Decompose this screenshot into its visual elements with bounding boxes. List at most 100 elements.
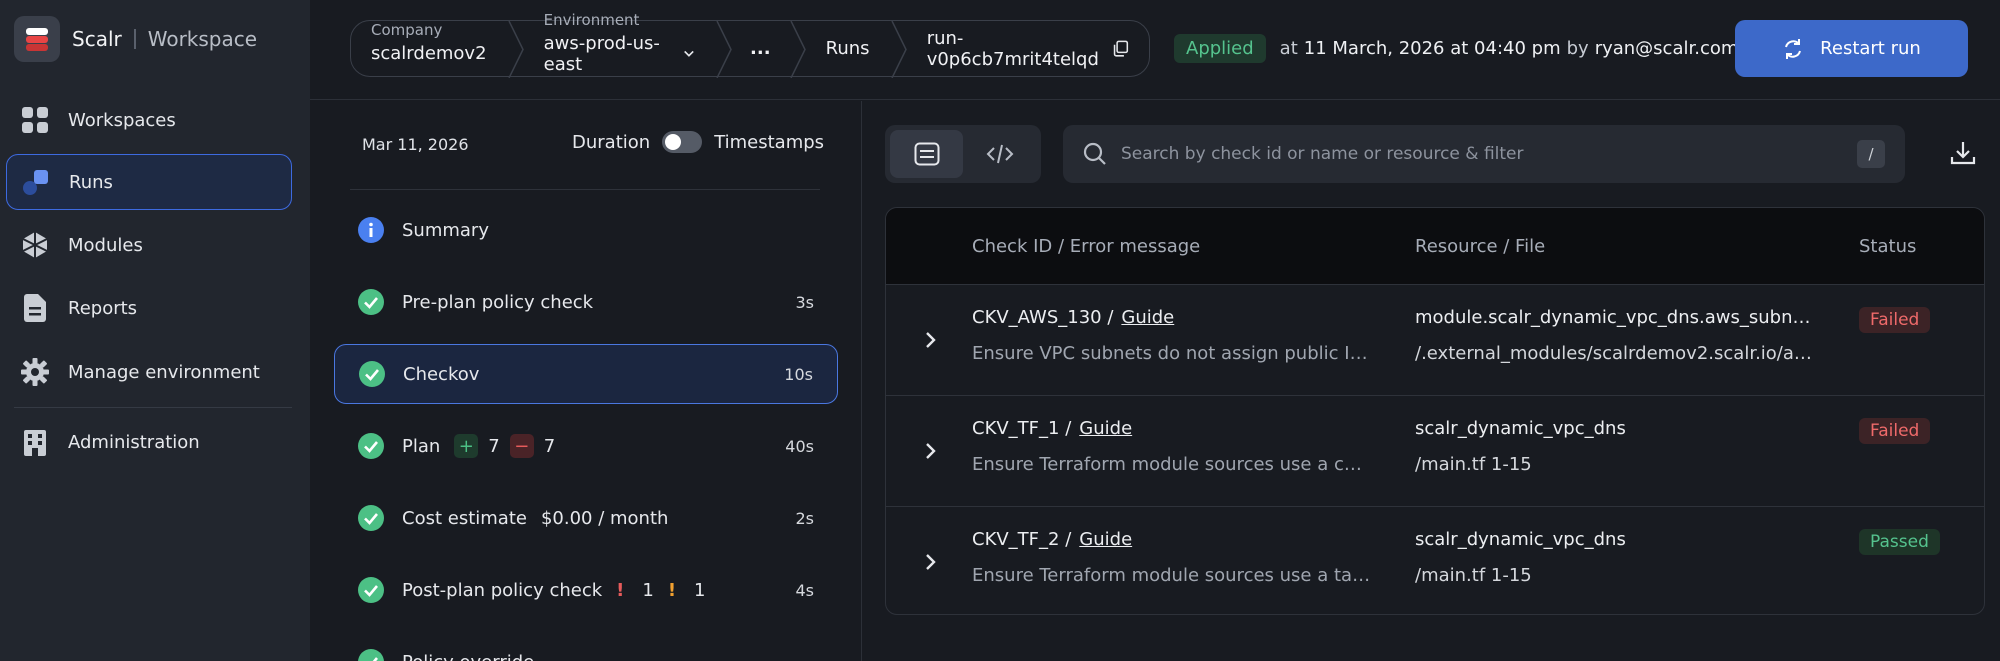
status-badge: Failed <box>1859 307 1931 333</box>
column-header-check: Check ID / Error message <box>972 235 1201 257</box>
list-view-icon <box>914 142 939 166</box>
file-path: /.external_modules/scalrdemov2.scalr.io/… <box>1415 343 1821 364</box>
brand[interactable]: Scalr Workspace <box>14 16 257 62</box>
breadcrumb-run-id: run-v0p6cb7mrit4telqd <box>907 21 1149 76</box>
refresh-icon <box>1785 38 1802 59</box>
view-toggle <box>885 125 1041 183</box>
step-duration: 4s <box>795 580 814 600</box>
resource-name: module.scalr_dynamic_vpc_dns.aws_subnet.… <box>1415 307 1821 328</box>
at-label: at <box>1279 37 1298 59</box>
step-post-plan-policy-check[interactable]: Post-plan policy check ! 1 ! 1 4s <box>334 560 838 620</box>
search-bar: / <box>1063 125 1905 183</box>
search-icon <box>1083 142 1106 165</box>
check-id: CKV_AWS_130 / <box>972 307 1114 328</box>
check-circle-icon <box>358 289 384 315</box>
sidebar-item-label: Manage environment <box>68 361 260 383</box>
sidebar-item-label: Modules <box>68 234 143 256</box>
breadcrumb-separator <box>890 21 907 78</box>
step-label: Pre-plan policy check <box>402 291 594 313</box>
hard-fail-icon: ! <box>616 579 625 601</box>
guide-link[interactable]: Guide <box>1079 418 1132 439</box>
modules-icon <box>20 230 50 260</box>
sidebar-item-modules[interactable]: Modules <box>6 217 292 273</box>
timestamps-label: Timestamps <box>714 131 825 153</box>
error-message: Ensure VPC subnets do not assign public … <box>972 343 1372 364</box>
check-circle-icon <box>358 433 384 459</box>
duration-label: Duration <box>572 131 651 153</box>
breadcrumb-company[interactable]: Company scalrdemov2 <box>351 21 507 76</box>
step-checkov[interactable]: Checkov 10s <box>334 344 838 404</box>
breadcrumb-separator <box>507 21 524 78</box>
hard-fail-count: 1 <box>642 579 654 601</box>
status-badge: Failed <box>1859 418 1931 444</box>
status-badge: Passed <box>1859 529 1940 555</box>
download-icon <box>1950 142 1976 165</box>
sidebar-item-manage-environment[interactable]: Manage environment <box>6 344 292 400</box>
restart-run-button[interactable]: Restart run <box>1735 20 1968 77</box>
error-message: Ensure Terraform module sources use a co… <box>972 454 1372 475</box>
column-header-status: Status <box>1859 235 1917 257</box>
gear-icon <box>20 357 50 387</box>
table-row[interactable]: CKV_AWS_130 / Guide Ensure VPC subnets do… <box>886 284 1984 395</box>
copy-icon[interactable] <box>1112 39 1129 59</box>
step-policy-override[interactable]: Policy override <box>334 632 838 661</box>
chevron-right-icon[interactable] <box>916 436 946 466</box>
breadcrumb-separator <box>715 21 732 78</box>
guide-link[interactable]: Guide <box>1121 307 1174 328</box>
restart-run-label: Restart run <box>1820 38 1921 59</box>
chevron-right-icon[interactable] <box>916 325 946 355</box>
info-icon <box>358 217 384 243</box>
step-duration: 3s <box>795 292 814 312</box>
step-plan[interactable]: Plan + 7 − 7 40s <box>334 416 838 476</box>
sidebar: Scalr Workspace Workspaces Runs Modules … <box>0 0 310 661</box>
resource-name: scalr_dynamic_vpc_dns <box>1415 418 1626 439</box>
applied-datetime: 11 March, 2026 at 04:40 pm <box>1303 37 1561 59</box>
sidebar-divider <box>14 407 292 408</box>
company-label: Company <box>371 21 443 39</box>
code-view-button[interactable] <box>963 130 1036 178</box>
minus-icon: − <box>509 434 534 458</box>
step-pre-plan-policy-check[interactable]: Pre-plan policy check 3s <box>334 272 838 332</box>
file-path: /main.tf 1-15 <box>1415 565 1532 586</box>
chevron-down-icon <box>684 50 694 57</box>
step-label: Checkov <box>403 363 480 385</box>
breadcrumb-more[interactable]: ... <box>732 21 789 76</box>
status-badge: Applied <box>1174 33 1266 63</box>
step-duration: 10s <box>784 364 813 384</box>
download-button[interactable] <box>1945 135 1981 171</box>
brand-name: Scalr <box>72 27 122 51</box>
breadcrumb-environment[interactable]: Environment aws-prod-us-east <box>524 11 715 76</box>
by-label: by <box>1566 37 1589 59</box>
breadcrumb-runs[interactable]: Runs <box>806 21 890 76</box>
search-input[interactable] <box>1121 144 1821 164</box>
plan-destroy-count: 7 <box>543 435 556 457</box>
breadcrumb-separator <box>789 21 806 78</box>
breadcrumb: Company scalrdemov2 Environment aws-prod… <box>350 11 1150 78</box>
soft-fail-count: 1 <box>694 579 706 601</box>
table-row[interactable]: CKV_TF_2 / Guide Ensure Terraform module … <box>886 506 1984 614</box>
sidebar-item-workspaces[interactable]: Workspaces <box>6 92 292 148</box>
checkov-results: / Check ID / Error message Resource / Fi… <box>863 101 2000 661</box>
resource-name: scalr_dynamic_vpc_dns <box>1415 529 1626 550</box>
check-circle-icon <box>359 361 385 387</box>
more-label: ... <box>750 38 771 59</box>
check-id: CKV_TF_2 / <box>972 529 1072 550</box>
sidebar-item-administration[interactable]: Administration <box>6 414 292 470</box>
building-icon <box>20 427 50 457</box>
table-row[interactable]: CKV_TF_1 / Guide Ensure Terraform module … <box>886 395 1984 506</box>
step-cost-estimate[interactable]: Cost estimate $0.00 / month 2s <box>334 488 838 548</box>
chevron-right-icon[interactable] <box>916 547 946 577</box>
sidebar-item-label: Reports <box>68 297 138 319</box>
sidebar-item-reports[interactable]: Reports <box>6 280 292 336</box>
step-summary[interactable]: Summary <box>334 200 838 260</box>
step-duration: 2s <box>795 508 814 528</box>
check-id: CKV_TF_1 / <box>972 418 1072 439</box>
list-view-button[interactable] <box>890 130 963 178</box>
timestamps-toggle[interactable] <box>662 131 703 153</box>
cost-value: $0.00 / month <box>540 507 669 529</box>
guide-link[interactable]: Guide <box>1079 529 1132 550</box>
sidebar-item-runs[interactable]: Runs <box>6 154 292 210</box>
grid-icon <box>20 105 50 135</box>
step-label: Cost estimate <box>402 507 527 529</box>
plan-add-count: 7 <box>488 435 500 457</box>
